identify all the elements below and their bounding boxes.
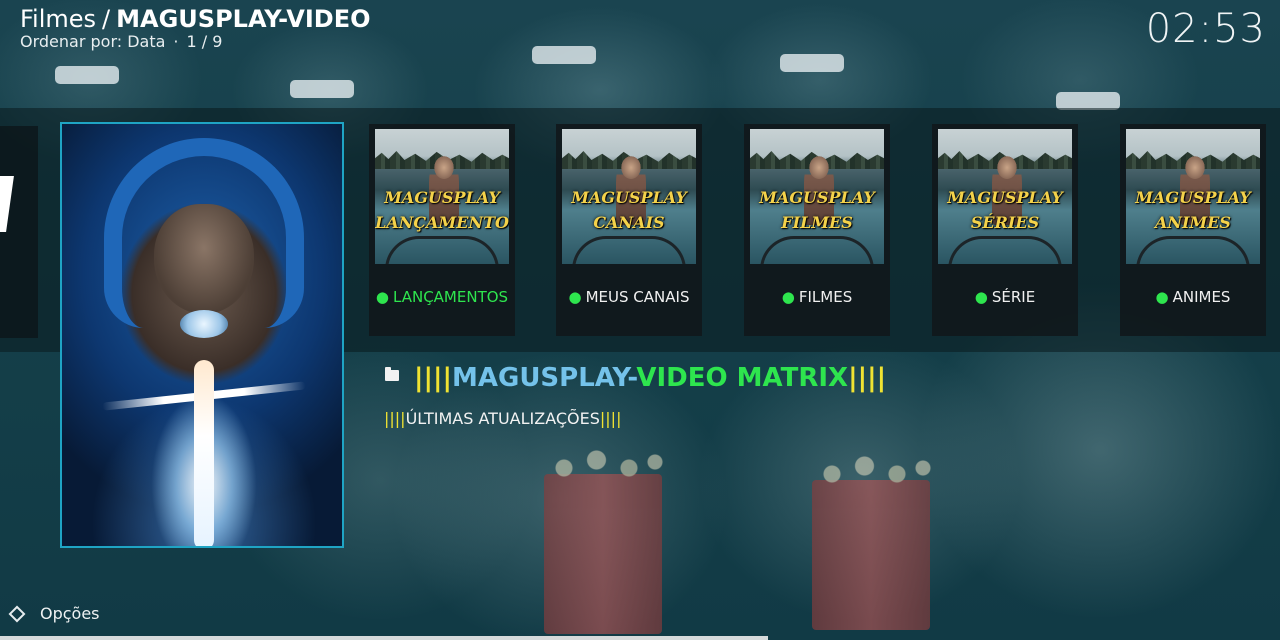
tile-animes[interactable]: MAGUSPLAY ANIMES ● ANIMES <box>1120 124 1266 336</box>
tile-caption: ● LANÇAMENTOS <box>375 288 509 306</box>
background-popcorn <box>538 444 668 634</box>
background-glasses <box>55 66 119 84</box>
tile-caption: ● FILMES <box>781 288 853 306</box>
breadcrumb-separator: / <box>102 5 111 33</box>
subtitle-text: ÚLTIMAS ATUALIZAÇÕES <box>405 409 600 428</box>
title-prefix: |||| <box>414 363 452 393</box>
clock: 02:53 <box>1145 6 1266 52</box>
thumb-boat <box>385 236 499 264</box>
sort-label: Ordenar por: Data <box>20 32 166 51</box>
item-subtitle: ||||ÚLTIMAS ATUALIZAÇÕES|||| <box>384 407 621 431</box>
previous-item-partial[interactable] <box>0 126 38 338</box>
folder-icon <box>385 367 399 381</box>
tile-lancamentos[interactable]: MAGUSPLAY LANÇAMENTO ● LANÇAMENTOS <box>369 124 515 336</box>
bullet-icon: ● <box>974 288 988 306</box>
thumbnail-label: MAGUSPLAY FILMES <box>759 188 875 232</box>
sort-info: Ordenar por: Data · 1 / 9 <box>20 32 371 51</box>
breadcrumb-root[interactable]: Filmes <box>20 5 96 33</box>
sort-separator: · <box>173 32 179 51</box>
bullet-icon: ● <box>781 288 795 306</box>
tile-serie[interactable]: MAGUSPLAY SÉRIES ● SÉRIE <box>932 124 1078 336</box>
poster-figure <box>194 360 214 546</box>
item-title: ||||MAGUSPLAY-VIDEO MATRIX|||| <box>414 360 886 396</box>
poster-orb <box>180 310 228 338</box>
background-popcorn <box>806 450 936 630</box>
thumb-boat <box>760 236 874 264</box>
thumb-boat <box>1136 236 1250 264</box>
thumbnail-label: MAGUSPLAY CANAIS <box>571 188 687 232</box>
options-label: Opções <box>40 604 100 623</box>
background-glasses <box>290 80 354 98</box>
poster-face <box>154 204 254 314</box>
tile-caption: ● MEUS CANAIS <box>568 288 690 306</box>
page-counter: 1 / 9 <box>186 32 223 51</box>
tile-filmes[interactable]: MAGUSPLAY FILMES ● FILMES <box>744 124 890 336</box>
thumbnail-label: MAGUSPLAY LANÇAMENTO <box>375 188 509 232</box>
tile-thumbnail: MAGUSPLAY SÉRIES <box>938 129 1072 264</box>
background-glasses <box>532 46 596 64</box>
tile-meus-canais[interactable]: MAGUSPLAY CANAIS ● MEUS CANAIS <box>556 124 702 336</box>
options-icon <box>8 605 26 623</box>
thumb-boat <box>572 236 686 264</box>
tile-thumbnail: MAGUSPLAY CANAIS <box>562 129 696 264</box>
options-button[interactable]: Opções <box>8 604 100 623</box>
thumbnail-label: MAGUSPLAY ANIMES <box>1135 188 1251 232</box>
breadcrumb: Filmes / MAGUSPLAY-VIDEO <box>20 4 371 34</box>
thumb-boat <box>948 236 1062 264</box>
subtitle-suffix: |||| <box>599 409 622 428</box>
breadcrumb-current: MAGUSPLAY-VIDEO <box>116 5 371 33</box>
title-suffix: |||| <box>848 363 887 393</box>
bullet-icon: ● <box>1155 288 1169 306</box>
background-glasses <box>780 54 844 72</box>
title-part1: MAGUSPLAY- <box>451 363 637 393</box>
tile-caption: ● SÉRIE <box>974 288 1036 306</box>
fanart-poster[interactable] <box>60 122 344 548</box>
tile-caption: ● ANIMES <box>1155 288 1231 306</box>
title-part2: VIDEO MATRIX <box>636 363 849 393</box>
bullet-icon: ● <box>568 288 582 306</box>
tile-thumbnail: MAGUSPLAY ANIMES <box>1126 129 1260 264</box>
header: Filmes / MAGUSPLAY-VIDEO Ordenar por: Data… <box>20 4 371 51</box>
tile-thumbnail: MAGUSPLAY FILMES <box>750 129 884 264</box>
bullet-icon: ● <box>375 288 390 306</box>
scrollbar[interactable] <box>0 636 768 640</box>
tile-thumbnail: MAGUSPLAY LANÇAMENTO <box>375 129 509 264</box>
previous-item-glyph <box>0 176 14 232</box>
subtitle-prefix: |||| <box>384 409 406 428</box>
thumbnail-label: MAGUSPLAY SÉRIES <box>947 188 1063 232</box>
